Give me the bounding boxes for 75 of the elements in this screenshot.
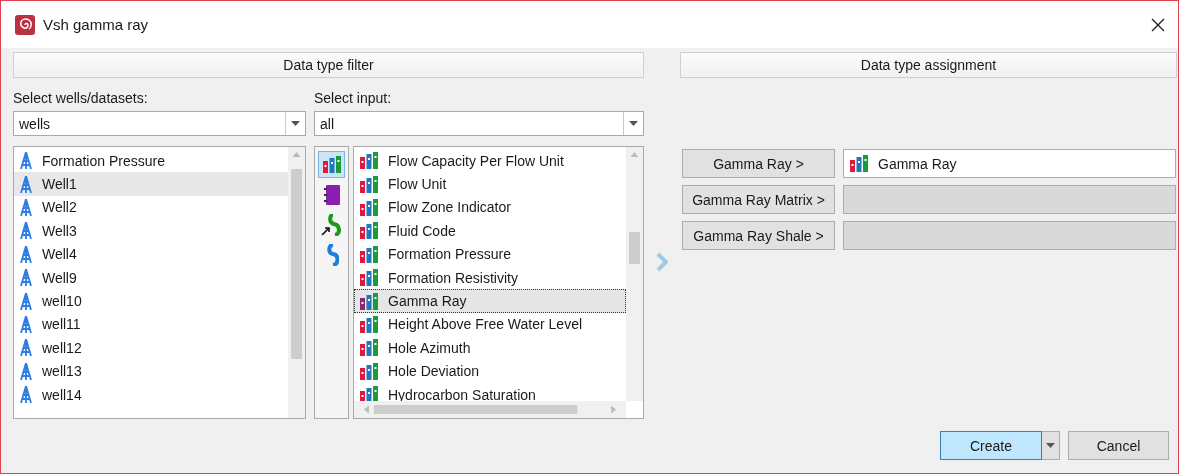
assign-button[interactable]: Gamma Ray Matrix > [682, 185, 835, 214]
create-button[interactable]: Create [940, 431, 1042, 460]
field-label: Select wells/datasets: [13, 89, 149, 108]
derrick-icon [20, 152, 32, 170]
assigned-field[interactable] [843, 221, 1176, 250]
horizontal-scrollbar[interactable] [354, 401, 626, 418]
input-item[interactable]: Flow Zone Indicator [354, 195, 626, 220]
wells-dropdown[interactable]: wells [13, 111, 306, 136]
vertical-scrollbar[interactable] [288, 147, 305, 418]
derrick-icon [20, 175, 32, 193]
input-item[interactable]: Formation Pressure [354, 242, 626, 266]
cancel-button[interactable]: Cancel [1068, 431, 1169, 460]
bar-chart-icon [360, 175, 378, 193]
well-item[interactable]: well14 [14, 382, 288, 407]
derrick-icon [20, 198, 32, 216]
close-icon[interactable] [1150, 16, 1166, 33]
bar-chart-icon [322, 156, 341, 173]
derrick-icon [20, 339, 32, 357]
assigned-value: Gamma Ray [878, 155, 957, 172]
bar-chart-icon [360, 386, 378, 401]
caret-icon [629, 121, 638, 126]
bar-chart-icon [850, 155, 868, 172]
vertical-scrollbar[interactable] [626, 147, 643, 401]
bar-chart-icon [360, 152, 378, 170]
well-item[interactable]: Formation Pressure [14, 149, 288, 173]
input-item[interactable]: Gamma Ray [354, 289, 626, 313]
input-item[interactable]: Flow Capacity Per Flow Unit [354, 149, 626, 173]
well-item[interactable]: well10 [14, 289, 288, 313]
input-item[interactable]: Height Above Free Water Level [354, 312, 626, 337]
derrick-icon [20, 222, 32, 240]
bar-chart-icon [360, 222, 378, 240]
well-item[interactable]: well11 [14, 312, 288, 337]
assigned-field[interactable]: Gamma Ray [843, 149, 1176, 178]
well-item[interactable]: well13 [14, 359, 288, 383]
bar-chart-icon [360, 315, 378, 333]
input-dropdown[interactable]: all [314, 111, 644, 136]
derrick-icon [20, 245, 32, 263]
section-header: Data type filter [13, 52, 644, 78]
chevron-right-icon [656, 251, 668, 272]
input-item[interactable]: Hole Deviation [354, 359, 626, 383]
assigned-field[interactable] [843, 185, 1176, 214]
derrick-icon [20, 386, 32, 404]
bar-chart-icon [360, 339, 378, 357]
window-title: Vsh gamma ray [43, 16, 150, 33]
input-item[interactable]: Formation Resistivity [354, 265, 626, 290]
assign-button[interactable]: Gamma Ray Shale > [682, 221, 835, 250]
field-label: Select input: [314, 89, 393, 108]
create-dropdown-button[interactable] [1042, 431, 1060, 460]
well-item[interactable]: Well9 [14, 265, 288, 290]
bar-chart-icon [360, 269, 378, 287]
input-item[interactable]: Flow Unit [354, 172, 626, 196]
well-item[interactable]: well12 [14, 336, 288, 360]
curve-arrow-icon [320, 213, 343, 236]
input-item[interactable]: Fluid Code [354, 219, 626, 243]
well-item[interactable]: Well1 [14, 172, 288, 196]
curve-icon [324, 243, 339, 266]
bar-chart-icon [360, 362, 378, 380]
derrick-icon [20, 362, 32, 380]
assign-button[interactable]: Gamma Ray > [682, 149, 835, 178]
bar-chart-icon [360, 292, 378, 310]
type-toggle[interactable] [318, 151, 345, 178]
section-header: Data type assignment [680, 52, 1177, 78]
notebook-icon [323, 184, 340, 205]
well-item[interactable]: Well2 [14, 195, 288, 220]
derrick-icon [20, 292, 32, 310]
app-logo-icon [15, 14, 35, 35]
bar-chart-icon [360, 198, 378, 216]
well-item[interactable]: Well3 [14, 219, 288, 243]
bar-chart-icon [360, 245, 378, 263]
derrick-icon [20, 269, 32, 287]
input-item[interactable]: Hole Azimuth [354, 336, 626, 360]
well-item[interactable]: Well4 [14, 242, 288, 266]
caret-icon [291, 121, 300, 126]
derrick-icon [20, 315, 32, 333]
caret-icon [1046, 443, 1055, 448]
